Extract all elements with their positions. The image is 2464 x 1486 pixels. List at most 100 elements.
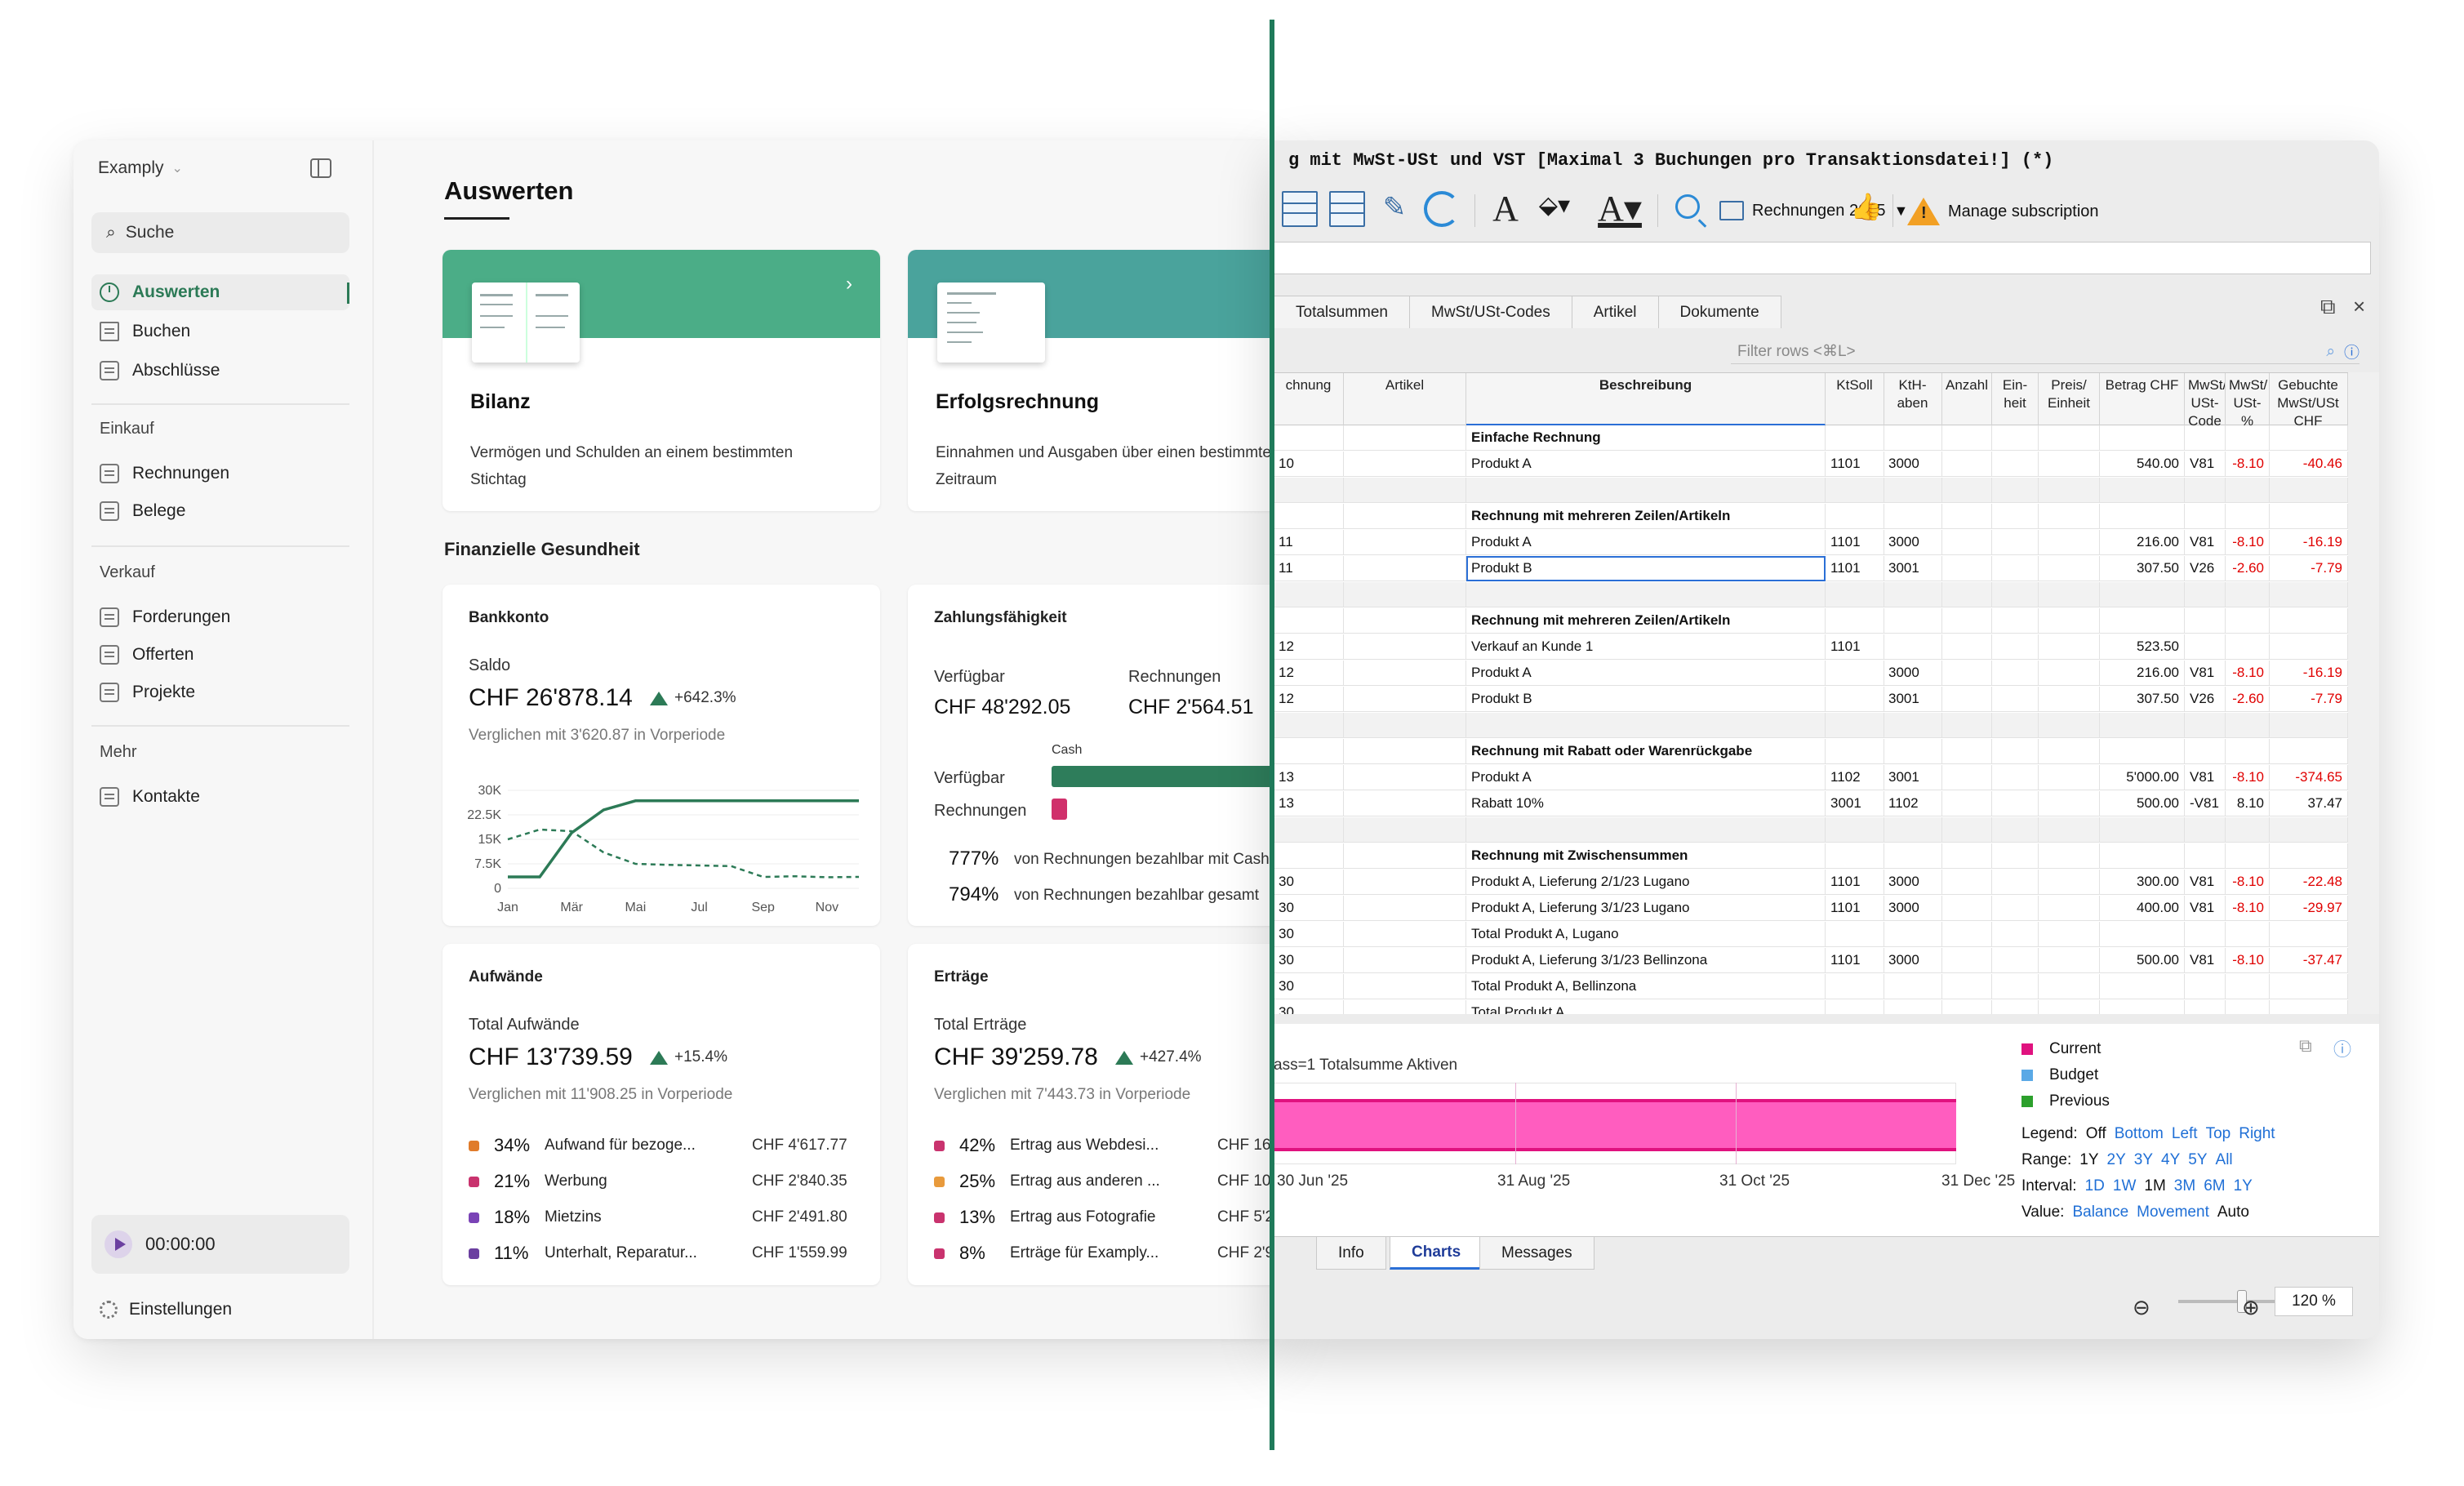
table-cell[interactable] <box>1992 425 2039 451</box>
table-cell[interactable] <box>2185 739 2226 764</box>
table-cell[interactable] <box>2185 817 2226 843</box>
table-cell[interactable]: 216.00 <box>2100 661 2185 686</box>
chart-option-link[interactable]: 3Y <box>2134 1151 2153 1168</box>
table-cell[interactable] <box>2100 713 2185 738</box>
expenses-card[interactable]: Aufwände Total Aufwände CHF 13'739.59 +1… <box>443 944 880 1285</box>
column-header[interactable]: Beschreibung <box>1466 373 1826 425</box>
sidebar-item-rechnungen[interactable]: Rechnungen <box>91 456 349 492</box>
table-cell[interactable]: -2.60 <box>2226 687 2270 712</box>
table-cell[interactable] <box>1942 713 1992 738</box>
table-cell[interactable] <box>1344 739 1466 764</box>
table-row[interactable]: 30 Produkt A, Lieferung 3/1/23 Lugano 1101… <box>1274 896 2348 921</box>
table-cell[interactable]: Produkt A <box>1466 765 1826 790</box>
table-cell[interactable]: 300.00 <box>2100 870 2185 895</box>
table-cell[interactable] <box>1942 843 1992 869</box>
sidebar-item-auswerten[interactable]: Auswerten <box>91 274 349 310</box>
table-cell[interactable] <box>1992 922 2039 947</box>
liquidity-card[interactable]: Zahlungsfähigkeit Verfügbar CHF 48'292.0… <box>908 585 1282 926</box>
chart-option-link[interactable]: Off <box>2086 1125 2106 1142</box>
table-cell[interactable] <box>1884 1000 1942 1014</box>
table-cell[interactable]: V81 <box>2185 530 2226 555</box>
table-cell[interactable] <box>1826 687 1884 712</box>
table-cell[interactable] <box>2039 634 2100 660</box>
income-row[interactable]: 13% Ertrag aus Fotografie CHF 5'25 <box>934 1205 1282 1230</box>
table-cell[interactable] <box>1274 843 1344 869</box>
table-cell[interactable]: Produkt A, Lieferung 3/1/23 Lugano <box>1466 896 1826 921</box>
table-cell[interactable] <box>1826 608 1884 634</box>
table-cell[interactable] <box>2226 582 2270 607</box>
table-cell[interactable] <box>2039 922 2100 947</box>
table-cell[interactable] <box>1884 504 1942 529</box>
restore-icon[interactable]: ⧉ <box>2320 296 2338 317</box>
table-cell[interactable] <box>1884 922 1942 947</box>
chart-option-link[interactable]: 4Y <box>2161 1151 2180 1168</box>
table-cell[interactable] <box>1344 478 1466 503</box>
table-cell[interactable] <box>1942 661 1992 686</box>
column-header[interactable]: Preis/ Einheit <box>2039 373 2100 425</box>
column-header[interactable]: MwSt/ USt- Code <box>2185 373 2226 425</box>
table-row[interactable]: 10 Produkt A 1101 3000 540.00 V81 -8.10 -40.46 <box>1274 452 2348 477</box>
table-cell[interactable] <box>1942 974 1992 999</box>
search-input[interactable]: ⌕ Suche <box>91 212 349 253</box>
sidebar-collapse-icon[interactable] <box>310 158 331 178</box>
refresh-icon[interactable] <box>1424 191 1460 227</box>
table-cell[interactable]: 1102 <box>1826 765 1884 790</box>
table-cell[interactable] <box>1884 608 1942 634</box>
table-cell[interactable] <box>1992 556 2039 581</box>
table-cell[interactable] <box>2100 608 2185 634</box>
table-cell[interactable] <box>1344 896 1466 921</box>
table-cell[interactable]: -8.10 <box>2226 948 2270 973</box>
table-cell[interactable] <box>1826 739 1884 764</box>
table-cell[interactable]: 1101 <box>1826 896 1884 921</box>
table-cell[interactable] <box>1274 608 1344 634</box>
sidebar-item-kontakte[interactable]: Kontakte <box>91 779 349 815</box>
table-cell[interactable] <box>2269 974 2348 999</box>
column-header[interactable]: MwSt/ USt- % <box>2226 373 2270 425</box>
table-cell[interactable] <box>1344 922 1466 947</box>
table-cell[interactable] <box>1344 817 1466 843</box>
table-cell[interactable]: Total Produkt A <box>1466 1000 1826 1014</box>
table-cell[interactable] <box>1826 974 1884 999</box>
table-cell[interactable]: 10 <box>1274 452 1344 477</box>
time-tracker[interactable]: 00:00:00 <box>91 1215 349 1274</box>
table-add-icon[interactable] <box>1282 191 1318 227</box>
table-cell[interactable] <box>2269 634 2348 660</box>
table-cell[interactable]: 1101 <box>1826 870 1884 895</box>
table-cell[interactable]: -7.79 <box>2269 687 2348 712</box>
chart-option-link[interactable]: 6M <box>2204 1177 2225 1195</box>
table-cell[interactable]: 12 <box>1274 634 1344 660</box>
table-cell[interactable]: Produkt A, Lieferung 2/1/23 Lugano <box>1466 870 1826 895</box>
expense-row[interactable]: 21% Werbung CHF 2'840.35 <box>469 1169 861 1194</box>
table-cell[interactable] <box>1992 948 2039 973</box>
table-cell[interactable] <box>1344 791 1466 816</box>
table-cell[interactable] <box>1826 582 1884 607</box>
table-cell[interactable] <box>1992 530 2039 555</box>
chart-option-link[interactable]: All <box>2216 1151 2233 1168</box>
table-row[interactable]: Einfache Rechnung <box>1274 425 2348 451</box>
table-cell[interactable] <box>2039 478 2100 503</box>
table-cell[interactable] <box>1992 843 2039 869</box>
table-cell[interactable]: -8.10 <box>2226 452 2270 477</box>
table-cell[interactable] <box>2039 870 2100 895</box>
table-cell[interactable] <box>1826 425 1884 451</box>
table-cell[interactable]: 3000 <box>1884 896 1942 921</box>
table-cell[interactable] <box>1884 713 1942 738</box>
chart-option-link[interactable]: Movement <box>2137 1203 2209 1221</box>
table-cell[interactable]: 8.10 <box>2226 791 2270 816</box>
table-cell[interactable] <box>2226 922 2270 947</box>
table-cell[interactable]: Verkauf an Kunde 1 <box>1466 634 1826 660</box>
table-cell[interactable] <box>2039 739 2100 764</box>
table-cell[interactable]: V81 <box>2185 452 2226 477</box>
column-header[interactable]: Ein- heit <box>1992 373 2039 425</box>
income-row[interactable]: 25%Ertrag aus anderen ...CHF 10'00 <box>934 1169 1282 1194</box>
font-icon[interactable]: A <box>1488 191 1523 227</box>
table-cell[interactable] <box>1884 582 1942 607</box>
table-cell[interactable] <box>2226 425 2270 451</box>
table-cell[interactable] <box>1274 817 1344 843</box>
table-cell[interactable] <box>2226 1000 2270 1014</box>
table-row[interactable] <box>1274 713 2348 738</box>
table-cell[interactable] <box>2185 425 2226 451</box>
table-cell[interactable]: -8.10 <box>2226 530 2270 555</box>
table-cell[interactable]: 1101 <box>1826 556 1884 581</box>
income-row[interactable]: 8% Erträge für Examply... CHF 2'97 <box>934 1241 1282 1266</box>
